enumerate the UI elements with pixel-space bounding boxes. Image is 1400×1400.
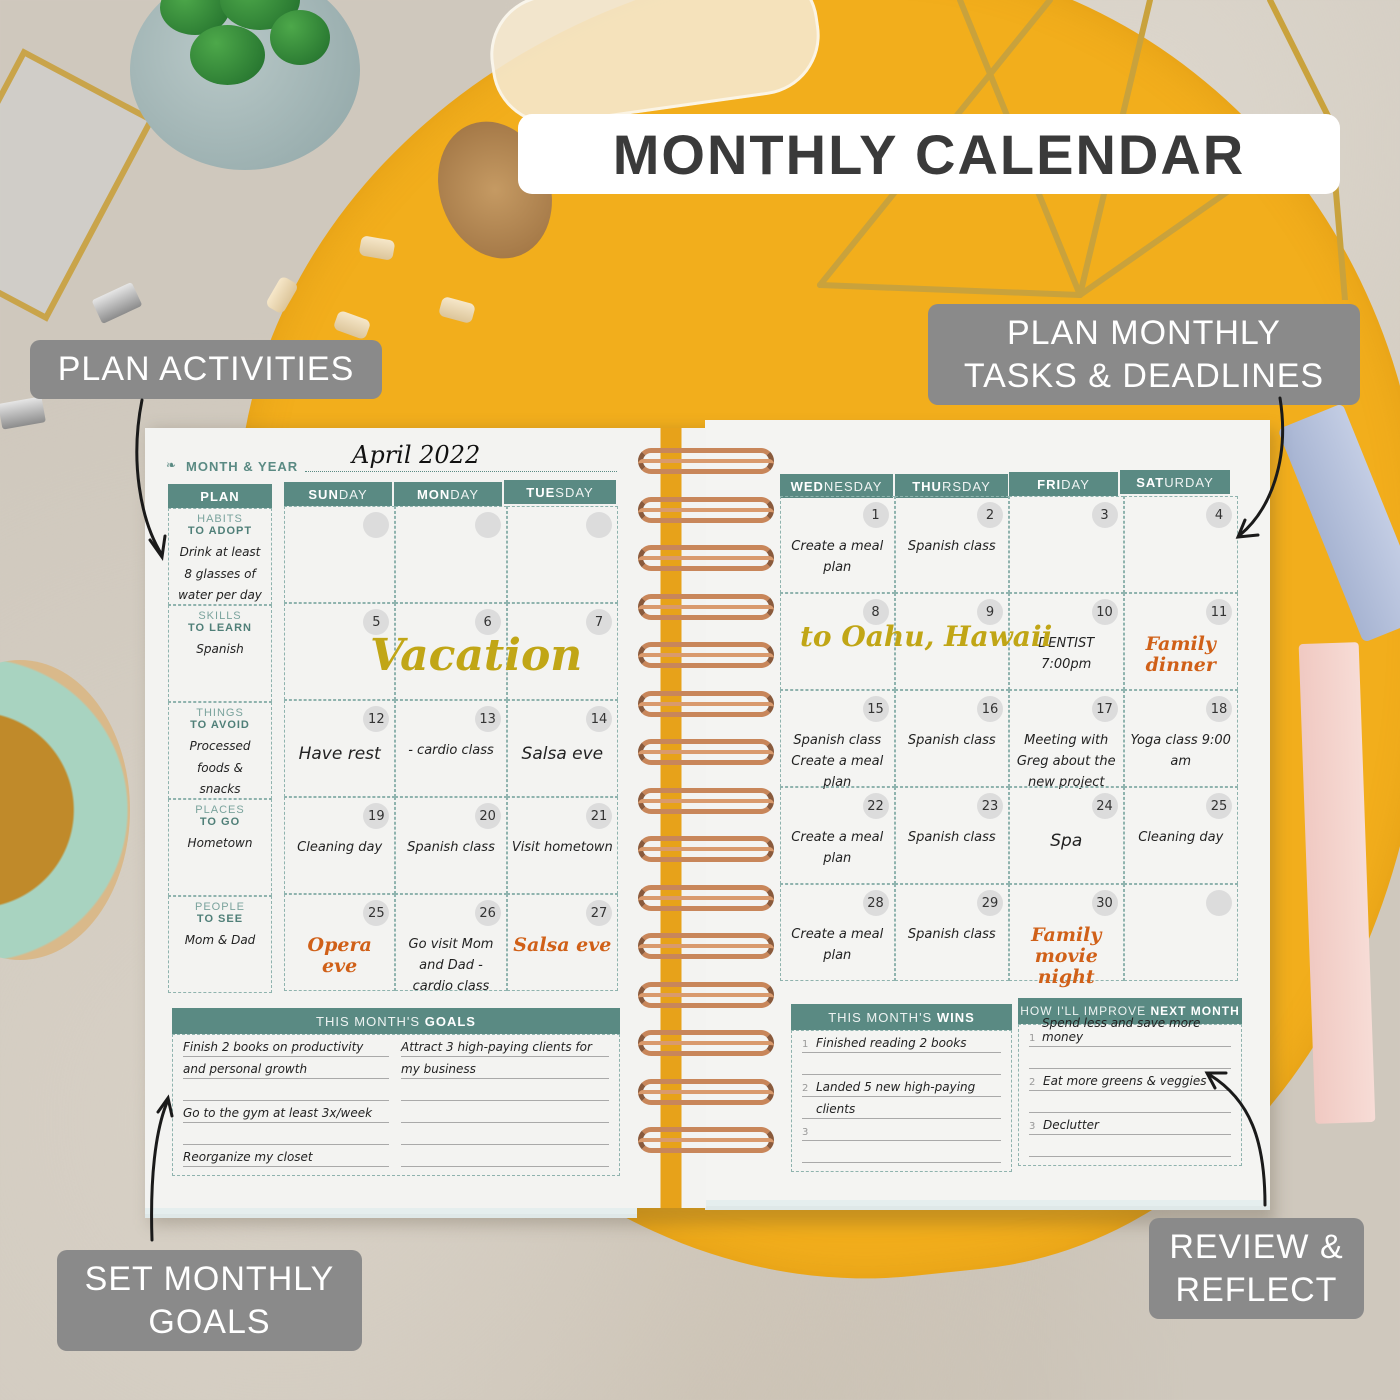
arrow-set-goals — [150, 1098, 170, 1242]
callout-arrows — [135, 396, 1285, 1242]
arrow-plan-monthly — [1238, 396, 1285, 537]
arrow-plan-activities — [135, 398, 164, 557]
arrow-review-reflect — [1208, 1073, 1267, 1207]
